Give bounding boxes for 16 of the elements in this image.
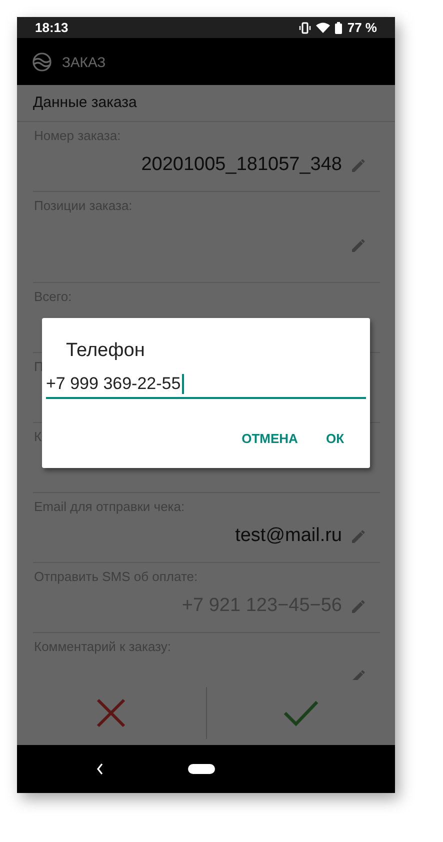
dialog-title: Телефон (65, 340, 146, 362)
back-icon[interactable] (96, 763, 104, 775)
battery-icon (335, 22, 342, 34)
wifi-icon (316, 22, 330, 33)
field-value: 20201005_181057_348 (141, 154, 342, 176)
close-icon (96, 698, 126, 728)
app-title: ЗАКАЗ (62, 54, 106, 70)
phone-input-field[interactable]: +7 999 369-22-55 (46, 374, 366, 399)
section-title: Данные заказа (17, 85, 395, 122)
checkmark-icon (282, 698, 319, 726)
battery-percentage: 77 % (347, 20, 377, 35)
field-value: test@mail.ru (235, 525, 342, 547)
home-button[interactable] (188, 764, 215, 774)
logo-icon (32, 52, 52, 72)
clock-time: 18:13 (35, 20, 68, 35)
vibrate-icon (299, 22, 312, 34)
